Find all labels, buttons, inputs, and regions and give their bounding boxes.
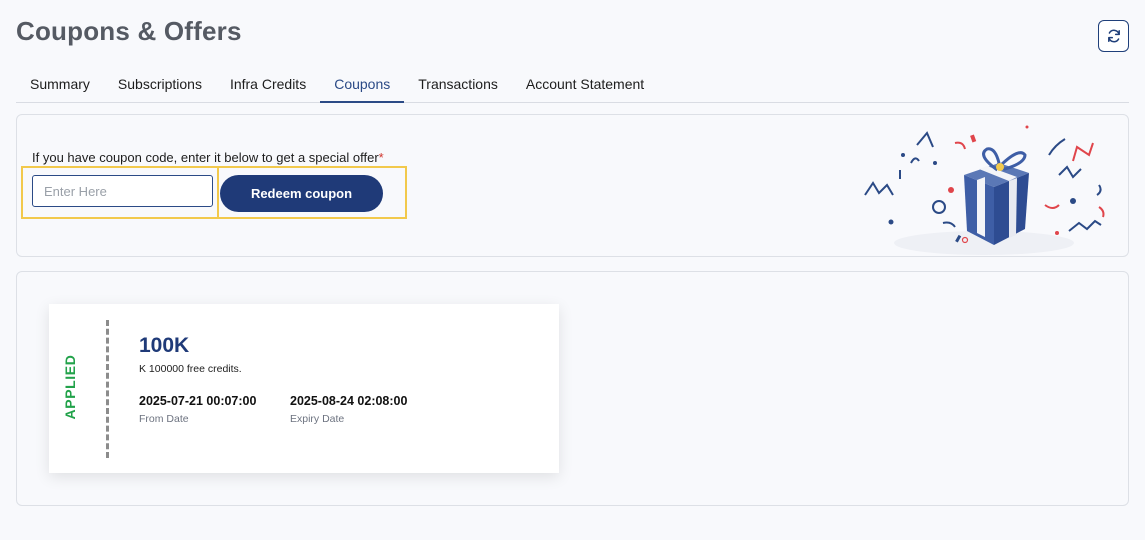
refresh-icon	[1107, 29, 1120, 43]
tab-coupons[interactable]: Coupons	[320, 66, 405, 103]
from-date-value: 2025-07-21 00:07:00	[139, 394, 257, 408]
expiry-date-label: Expiry Date	[290, 413, 345, 425]
coupon-list: APPLIED 100K K 100000 free credits. 2025…	[16, 271, 1129, 506]
gift-box-confetti-icon	[864, 125, 1105, 255]
coupon-description: K 100000 free credits.	[139, 363, 242, 375]
required-mark: *	[378, 150, 384, 165]
tab-transactions[interactable]: Transactions	[404, 66, 512, 102]
tab-account-statement[interactable]: Account Statement	[512, 66, 658, 102]
from-date-label: From Date	[139, 413, 189, 425]
redeem-coupon-card: If you have coupon code, enter it below …	[16, 114, 1129, 257]
coupon-prompt-text: If you have coupon code, enter it below …	[32, 150, 379, 165]
tab-summary[interactable]: Summary	[16, 66, 104, 102]
coupon-card: APPLIED 100K K 100000 free credits. 2025…	[49, 304, 559, 473]
coupon-prompt: If you have coupon code, enter it below …	[32, 150, 384, 165]
status-badge: APPLIED	[62, 354, 78, 420]
tab-subscriptions[interactable]: Subscriptions	[104, 66, 216, 102]
page-title: Coupons & Offers	[16, 16, 242, 46]
coupon-title: 100K	[139, 334, 190, 357]
refresh-button[interactable]	[1098, 20, 1129, 52]
tab-bar: Summary Subscriptions Infra Credits Coup…	[16, 66, 1129, 103]
redeem-coupon-button[interactable]: Redeem coupon	[220, 175, 383, 212]
coupon-code-input[interactable]	[32, 175, 213, 207]
expiry-date-value: 2025-08-24 02:08:00	[290, 394, 408, 408]
coupon-divider	[106, 320, 109, 458]
tab-infra-credits[interactable]: Infra Credits	[216, 66, 320, 102]
